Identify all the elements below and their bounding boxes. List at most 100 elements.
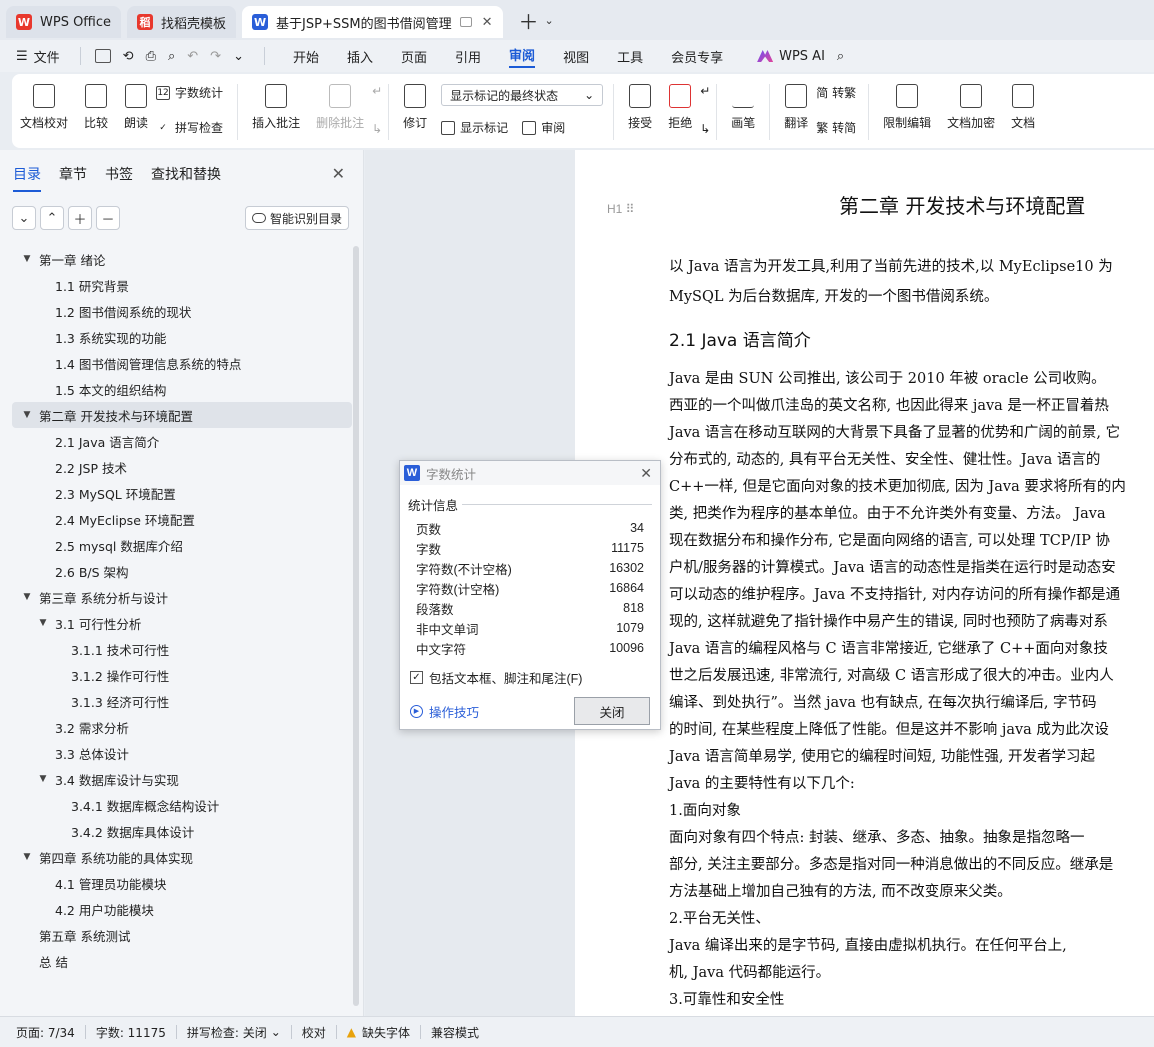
review-pane-button[interactable]: 审阅 [522,119,565,136]
document-page[interactable]: H1 ⠿ 第二章 开发技术与环境配置 以 Java 语言为开发工具,利用了当前先… [575,150,1154,1016]
delete-comment-button[interactable]: 删除批注 [316,84,364,131]
toc-item[interactable]: 3.4.1 数据库概念结构设计 [12,792,352,818]
translate-button[interactable]: 翻译 [784,84,808,131]
toc-item[interactable]: 1.4 图书借阅管理信息系统的特点 [12,350,352,376]
add-heading-button[interactable]: ＋ [68,206,92,230]
toc-item[interactable]: 3.1.2 操作可行性 [12,662,352,688]
tab-docer[interactable]: 稻 找稻壳模板 [127,6,237,38]
wps-ai-button[interactable]: WPS AI [757,49,825,64]
tab-wps-office[interactable]: W WPS Office [6,6,122,38]
tab-toc[interactable]: 目录 [13,164,41,192]
word-count-button[interactable]: 12 字数统计 [156,84,223,101]
previous-change-icon[interactable]: ↵ [700,84,710,98]
toc-item[interactable]: ▼ 3.4 数据库设计与实现 [12,766,352,792]
save-icon[interactable] [94,49,111,63]
toc-item[interactable]: 1.2 图书借阅系统的现状 [12,298,352,324]
toc-item[interactable]: 3.3 总体设计 [12,740,352,766]
tab-find-replace[interactable]: 查找和替换 [151,164,221,192]
tab-page[interactable]: 页面 [401,47,427,66]
toc-item[interactable]: 总 结 [12,948,352,974]
toc-item[interactable]: 1.3 系统实现的功能 [12,324,352,350]
tab-bookmarks[interactable]: 书签 [105,164,133,192]
next-comment-icon[interactable]: ↳ [372,122,382,136]
read-aloud-button[interactable]: 朗读 [124,84,148,131]
include-textbox-checkbox[interactable]: ✓ 包括文本框、脚注和尾注(F) [400,658,660,687]
tab-document[interactable]: W 基于JSP+SSM的图书借阅管理 ✕ [242,6,503,38]
toc-item[interactable]: ▼ 第二章 开发技术与环境配置 [12,402,352,428]
expand-down-button[interactable]: ⌄ [12,206,36,230]
print-icon[interactable]: ⎙ [146,49,156,64]
toc-item[interactable]: 2.4 MyEclipse 环境配置 [12,506,352,532]
toc-item[interactable]: 4.1 管理员功能模块 [12,870,352,896]
tab-review[interactable]: 审阅 [509,45,536,68]
spell-check-button[interactable]: ✓ 拼写检查 [156,119,223,136]
reject-button[interactable]: 拒绝 [668,84,692,131]
nav-scrollbar[interactable] [353,246,359,1006]
toc-item[interactable]: 2.1 Java 语言简介 [12,428,352,454]
markup-state-select[interactable]: 显示标记的最终状态 ⌄ [441,84,604,106]
tab-insert[interactable]: 插入 [347,47,373,66]
toc-item[interactable]: 2.2 JSP 技术 [12,454,352,480]
toc-item[interactable]: ▼ 第四章 系统功能的具体实现 [12,844,352,870]
doc-encrypt-button[interactable]: 文档加密 [947,84,995,131]
undo-icon[interactable]: ↶ [187,49,198,64]
file-menu[interactable]: ☰ 文件 [16,47,60,66]
missing-font-status[interactable]: ▲ 缺失字体 [347,1024,410,1041]
share-icon[interactable]: ⟲ [123,49,134,64]
tab-member[interactable]: 会员专享 [671,47,723,66]
tab-view[interactable]: 视图 [563,47,589,66]
toc-item[interactable]: 3.1.3 经济可行性 [12,688,352,714]
expand-triangle-icon[interactable]: ▼ [20,852,34,862]
close-icon[interactable]: ✕ [640,465,652,482]
toc-item[interactable]: 1.1 研究背景 [12,272,352,298]
toc-item[interactable]: 3.1.1 技术可行性 [12,636,352,662]
close-icon[interactable]: ✕ [482,15,493,30]
chevron-down-icon[interactable]: ⌄ [233,49,244,64]
chevron-down-icon[interactable]: ⌄ [545,14,554,27]
pen-button[interactable]: 画笔 [731,84,755,131]
toc-item[interactable]: ▼ 第三章 系统分析与设计 [12,584,352,610]
insert-comment-button[interactable]: 插入批注 [252,84,300,131]
tab-sections[interactable]: 章节 [59,164,87,192]
toc-item[interactable]: 1.5 本文的组织结构 [12,376,352,402]
toc-item[interactable]: ▼ 3.1 可行性分析 [12,610,352,636]
expand-triangle-icon[interactable]: ▼ [36,618,50,628]
expand-triangle-icon[interactable]: ▼ [36,774,50,784]
heading-level-marker[interactable]: H1 ⠿ [607,202,634,216]
tips-link[interactable]: ▶ 操作技巧 [410,702,479,721]
track-changes-button[interactable]: 修订 [403,84,427,131]
word-count-status[interactable]: 字数: 11175 [96,1024,166,1041]
expand-triangle-icon[interactable]: ▼ [20,410,34,420]
toc-item[interactable]: 2.5 mysql 数据库介绍 [12,532,352,558]
search-icon[interactable]: ⌕ [837,49,844,64]
next-change-icon[interactable]: ↳ [700,122,710,136]
toc-item[interactable]: 2.6 B/S 架构 [12,558,352,584]
toc-item[interactable]: 2.3 MySQL 环境配置 [12,480,352,506]
doc-check-button[interactable]: 文档校对 [20,84,68,131]
expand-triangle-icon[interactable]: ▼ [20,592,34,602]
tab-reference[interactable]: 引用 [455,47,481,66]
to-simplified-button[interactable]: 繁 转简 [816,119,856,136]
collapse-up-button[interactable]: ⌃ [40,206,64,230]
toc-item[interactable]: 4.2 用户功能模块 [12,896,352,922]
expand-triangle-icon[interactable]: ▼ [20,254,34,264]
tab-start[interactable]: 开始 [293,47,319,66]
smart-toc-button[interactable]: 智能识别目录 [244,206,349,230]
toc-item[interactable]: ▼ 第一章 绪论 [12,246,352,272]
toc-item[interactable]: 3.2 需求分析 [12,714,352,740]
spell-check-status[interactable]: 拼写检查: 关闭 ⌄ [187,1024,281,1041]
previous-comment-icon[interactable]: ↵ [372,84,382,98]
accept-button[interactable]: 接受 [628,84,652,131]
doc-more-button[interactable]: 文档 [1011,84,1035,131]
print-preview-icon[interactable]: ⌕ [168,49,175,64]
to-traditional-button[interactable]: 简 转繁 [816,84,856,101]
close-button[interactable]: 关闭 [574,697,650,725]
proof-status[interactable]: 校对 [302,1024,326,1041]
toc-item[interactable]: 3.4.2 数据库具体设计 [12,818,352,844]
show-markup-button[interactable]: 显示标记 [441,119,508,136]
close-icon[interactable]: ✕ [332,164,345,183]
tab-tools[interactable]: 工具 [617,47,643,66]
compare-button[interactable]: 比较 [84,84,108,131]
monitor-icon[interactable] [459,17,472,27]
redo-icon[interactable]: ↷ [210,49,221,64]
